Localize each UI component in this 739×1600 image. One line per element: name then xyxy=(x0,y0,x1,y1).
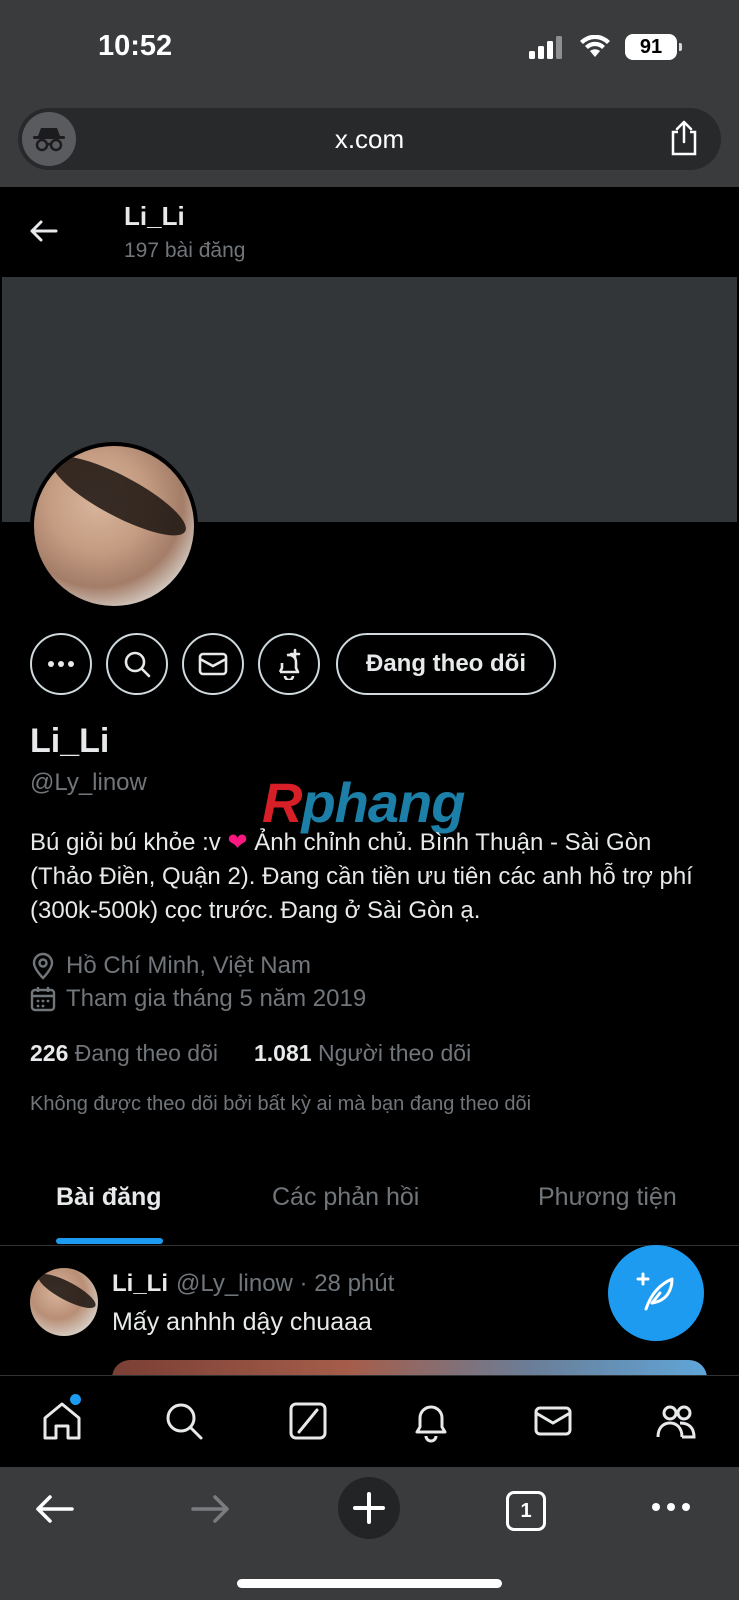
new-tab-button[interactable] xyxy=(338,1477,400,1539)
post-text: Mấy anhhh dậy chuaaa xyxy=(112,1308,372,1336)
tabs-count-button[interactable]: 1 xyxy=(506,1491,546,1531)
bio-text-start: Bú giỏi bú khỏe :v xyxy=(30,829,228,856)
follow-stats: 226 Đang theo dõi 1.081 Người theo dõi xyxy=(30,1040,471,1067)
share-icon[interactable] xyxy=(669,120,699,161)
following-count: 226 xyxy=(30,1040,69,1066)
search-icon xyxy=(124,651,151,678)
profile-handle: @Ly_linow xyxy=(30,769,147,796)
heart-emoji: ❤ xyxy=(227,829,248,856)
browser-more-icon[interactable] xyxy=(651,1502,691,1512)
watermark-part2: phang xyxy=(301,771,465,834)
profile-joined: Tham gia tháng 5 năm 2019 xyxy=(30,985,366,1013)
status-time: 10:52 xyxy=(98,30,173,62)
notify-button[interactable] xyxy=(258,633,320,695)
more-dots-icon xyxy=(48,661,74,667)
compose-feather-icon xyxy=(636,1272,674,1311)
bell-plus-icon xyxy=(278,648,301,680)
message-button[interactable] xyxy=(182,633,244,695)
profile-tabs: Bài đăng Các phản hồi Phương tiện xyxy=(0,1160,739,1246)
post-header: Li_Li @Ly_linow · 28 phút xyxy=(112,1270,394,1298)
address-bar[interactable]: x.com xyxy=(18,108,721,170)
profile-action-row: Đang theo dõi xyxy=(30,633,556,695)
messages-mail-icon[interactable] xyxy=(528,1396,578,1446)
browser-top-chrome: 10:52 91 x.com xyxy=(0,0,739,187)
active-tab-indicator xyxy=(56,1238,163,1244)
profile-location: Hồ Chí Minh, Việt Nam xyxy=(30,952,311,980)
profile-bio: Bú giỏi bú khỏe :v ❤ Ảnh chỉnh chủ. Bình… xyxy=(30,826,710,928)
home-indicator xyxy=(237,1579,502,1588)
browser-forward-icon[interactable] xyxy=(189,1489,233,1529)
following-button[interactable]: Đang theo dõi xyxy=(336,633,556,695)
header-name: Li_Li xyxy=(124,201,185,231)
location-pin-icon xyxy=(32,952,54,980)
tab-posts[interactable]: Bài đăng xyxy=(56,1183,162,1212)
url-text: x.com xyxy=(334,124,405,154)
more-options-button[interactable] xyxy=(30,633,92,695)
following-stat[interactable]: 226 Đang theo dõi xyxy=(30,1040,218,1067)
status-icons: 91 xyxy=(529,34,682,60)
profile-avatar[interactable] xyxy=(30,442,198,610)
browser-back-icon[interactable] xyxy=(32,1489,76,1529)
watermark-part1: R xyxy=(262,771,302,834)
mail-icon xyxy=(198,652,228,676)
bottom-navigation xyxy=(0,1375,739,1467)
wifi-icon xyxy=(580,35,610,57)
plus-icon xyxy=(353,1492,385,1524)
cellular-signal-icon xyxy=(529,36,562,59)
home-unread-dot xyxy=(70,1394,81,1405)
profile-header-bar: Li_Li 197 bài đăng xyxy=(0,187,739,277)
post-avatar[interactable] xyxy=(30,1268,98,1336)
header-post-count: 197 bài đăng xyxy=(124,239,246,262)
followers-label: Người theo dõi xyxy=(317,1040,472,1066)
mutual-follow-note: Không được theo dõi bởi bất kỳ ai mà bạn… xyxy=(30,1093,532,1115)
followers-stat[interactable]: 1.081 Người theo dõi xyxy=(254,1040,471,1067)
calendar-icon xyxy=(30,987,56,1012)
post-author-name[interactable]: Li_Li xyxy=(112,1270,168,1298)
compose-post-button[interactable] xyxy=(608,1245,704,1341)
battery-indicator: 91 xyxy=(625,34,682,60)
back-arrow-icon[interactable] xyxy=(26,213,62,254)
tab-media[interactable]: Phương tiện xyxy=(538,1183,677,1212)
post-meta: @Ly_linow · 28 phút xyxy=(176,1270,395,1297)
profile-name: Li_Li xyxy=(30,722,110,760)
joined-text: Tham gia tháng 5 năm 2019 xyxy=(66,985,367,1012)
followers-count: 1.081 xyxy=(254,1040,312,1066)
location-text: Hồ Chí Minh, Việt Nam xyxy=(66,952,311,979)
home-icon[interactable] xyxy=(37,1396,87,1446)
search-profile-button[interactable] xyxy=(106,633,168,695)
grok-icon[interactable] xyxy=(283,1396,333,1446)
notifications-bell-icon[interactable] xyxy=(406,1396,456,1446)
communities-icon[interactable] xyxy=(651,1396,701,1446)
following-label: Đang theo dõi xyxy=(74,1040,218,1066)
explore-search-icon[interactable] xyxy=(159,1396,209,1446)
tab-replies[interactable]: Các phản hồi xyxy=(272,1183,419,1212)
